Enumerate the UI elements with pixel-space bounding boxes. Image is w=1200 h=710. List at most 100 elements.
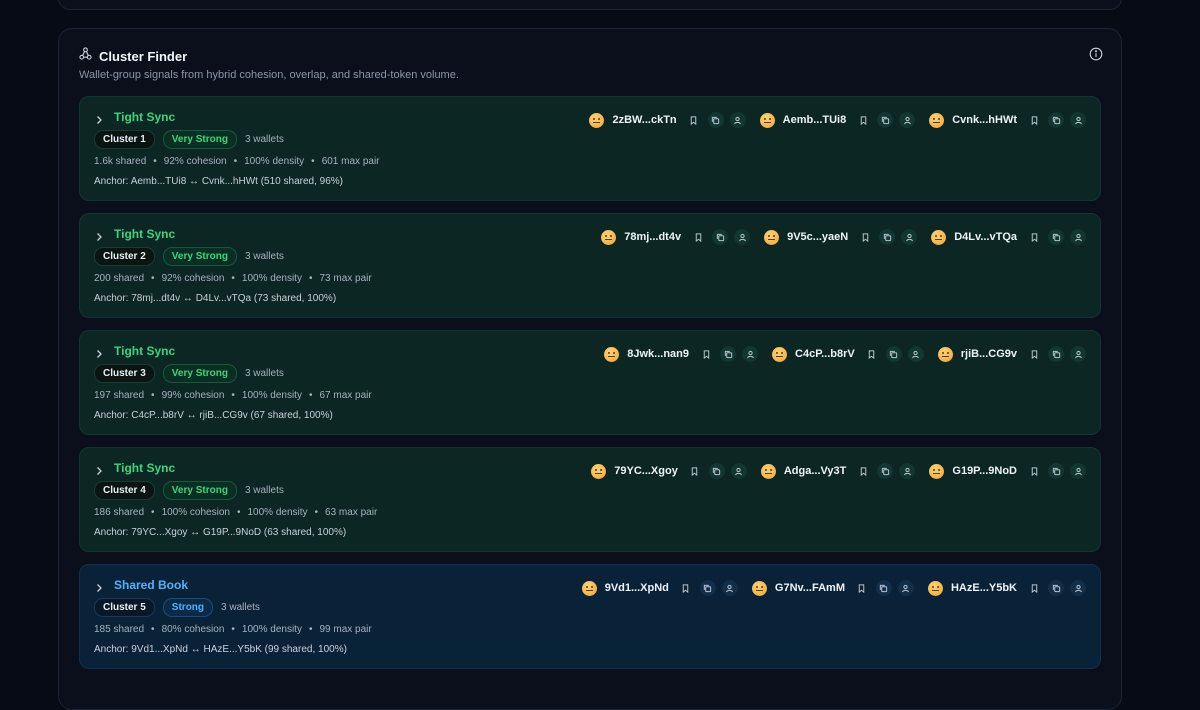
- wallet-address[interactable]: 9Vd1...XpNd: [605, 582, 669, 594]
- wallet-avatar-icon: [937, 346, 953, 362]
- wallet-address[interactable]: Cvnk...hHWt: [952, 114, 1017, 126]
- shared-stat: 185 shared: [94, 624, 145, 635]
- bookmark-icon[interactable]: [1026, 580, 1042, 596]
- user-icon[interactable]: [1070, 346, 1086, 362]
- user-icon[interactable]: [907, 346, 924, 362]
- bookmark-icon[interactable]: [690, 229, 706, 245]
- bookmark-icon[interactable]: [678, 580, 694, 596]
- bookmark-icon[interactable]: [1026, 346, 1042, 362]
- wallet-avatar-icon: [601, 229, 617, 245]
- chevron-right-icon[interactable]: [94, 229, 104, 241]
- cluster-stats: 1.6k shared • 92% cohesion • 100% densit…: [94, 156, 380, 167]
- copy-icon[interactable]: [1048, 346, 1064, 362]
- copy-icon[interactable]: [885, 346, 902, 362]
- copy-icon[interactable]: [708, 463, 725, 479]
- copy-icon[interactable]: [707, 112, 724, 128]
- wallet-address[interactable]: 79YC...Xgoy: [614, 465, 678, 477]
- chevron-right-icon[interactable]: [94, 346, 104, 358]
- wallet-chip: C4cP...b8rV: [772, 346, 924, 362]
- wallet-address[interactable]: Adga...Vy3T: [784, 465, 847, 477]
- strength-badge: Very Strong: [162, 481, 237, 500]
- copy-icon[interactable]: [877, 112, 894, 128]
- density-stat: 100% density: [241, 273, 302, 284]
- cluster-badge: Cluster 3: [94, 364, 155, 383]
- wallet-address[interactable]: 9V5c...yaeN: [787, 231, 848, 243]
- strength-badge: Very Strong: [162, 247, 237, 266]
- strength-badge: Very Strong: [162, 364, 237, 383]
- max-pair-stat: 67 max pair: [319, 390, 372, 401]
- cluster-stats: 197 shared • 99% cohesion • 100% density…: [94, 390, 372, 401]
- wallet-address[interactable]: Aemb...TUi8: [783, 114, 847, 126]
- wallet-count: 3 wallets: [244, 485, 284, 496]
- user-icon[interactable]: [899, 112, 916, 128]
- user-icon[interactable]: [1070, 112, 1086, 128]
- shared-stat: 197 shared: [94, 390, 145, 401]
- user-icon[interactable]: [899, 463, 916, 479]
- copy-icon[interactable]: [875, 580, 892, 596]
- wallet-address[interactable]: C4cP...b8rV: [795, 348, 855, 360]
- user-icon[interactable]: [1070, 229, 1086, 245]
- bookmark-icon[interactable]: [687, 463, 703, 479]
- copy-icon[interactable]: [877, 463, 894, 479]
- user-icon[interactable]: [721, 580, 738, 596]
- copy-icon[interactable]: [720, 346, 737, 362]
- density-stat: 100% density: [244, 156, 305, 167]
- user-icon[interactable]: [1070, 463, 1086, 479]
- cluster-card-1[interactable]: Tight Sync Cluster 1 Very Strong 3 walle…: [79, 96, 1101, 201]
- bookmark-icon[interactable]: [855, 112, 871, 128]
- copy-icon[interactable]: [1048, 463, 1064, 479]
- bookmark-icon[interactable]: [857, 229, 873, 245]
- cluster-card-3[interactable]: Tight Sync Cluster 3 Very Strong 3 walle…: [79, 330, 1101, 435]
- anchor-text: Anchor: 9Vd1...XpNd ↔ HAzE...Y5bK (99 sh…: [94, 644, 347, 655]
- chevron-right-icon[interactable]: [94, 463, 104, 475]
- wallet-address[interactable]: 78mj...dt4v: [624, 231, 681, 243]
- wallet-chip: Adga...Vy3T: [760, 463, 916, 479]
- copy-icon[interactable]: [699, 580, 716, 596]
- anchor-text: Anchor: 78mj...dt4v ↔ D4Lv...vTQa (73 sh…: [94, 293, 337, 304]
- wallet-address[interactable]: D4Lv...vTQa: [954, 231, 1017, 243]
- copy-icon[interactable]: [712, 229, 729, 245]
- wallet-address[interactable]: 8Jwk...nan9: [627, 348, 689, 360]
- wallet-list: 78mj...dt4v 9V5c...yaeN D4Lv...vTQa: [601, 229, 1086, 245]
- cluster-type: Tight Sync: [114, 344, 176, 358]
- bookmark-icon[interactable]: [864, 346, 880, 362]
- bookmark-icon[interactable]: [698, 346, 714, 362]
- cluster-card-4[interactable]: Tight Sync Cluster 4 Very Strong 3 walle…: [79, 447, 1101, 552]
- user-icon[interactable]: [901, 229, 918, 245]
- user-icon[interactable]: [734, 229, 751, 245]
- bookmark-icon[interactable]: [855, 463, 871, 479]
- user-icon[interactable]: [730, 463, 747, 479]
- cluster-card-5[interactable]: Shared Book Cluster 5 Strong 3 wallets 1…: [79, 564, 1101, 669]
- bookmark-icon[interactable]: [1026, 463, 1042, 479]
- wallet-address[interactable]: G19P...9NoD: [952, 465, 1017, 477]
- chevron-right-icon[interactable]: [94, 112, 104, 124]
- wallet-address[interactable]: HAzE...Y5bK: [951, 582, 1017, 594]
- copy-icon[interactable]: [1048, 112, 1064, 128]
- copy-icon[interactable]: [1048, 580, 1064, 596]
- max-pair-stat: 99 max pair: [319, 624, 372, 635]
- wallet-chip: rjiB...CG9v: [937, 346, 1086, 362]
- cluster-finder-panel: Cluster Finder Wallet-group signals from…: [58, 28, 1122, 710]
- info-icon[interactable]: [1089, 47, 1103, 61]
- cluster-badge: Cluster 2: [94, 247, 155, 266]
- copy-icon[interactable]: [1048, 229, 1064, 245]
- wallet-chip: G19P...9NoD: [929, 463, 1086, 479]
- user-icon[interactable]: [897, 580, 914, 596]
- user-icon[interactable]: [1070, 580, 1086, 596]
- bookmark-icon[interactable]: [1026, 112, 1042, 128]
- bookmark-icon[interactable]: [686, 112, 702, 128]
- cluster-stats: 186 shared • 100% cohesion • 100% densit…: [94, 507, 378, 518]
- cluster-card-2[interactable]: Tight Sync Cluster 2 Very Strong 3 walle…: [79, 213, 1101, 318]
- cohesion-stat: 100% cohesion: [161, 507, 230, 518]
- wallet-address[interactable]: G7Nv...FAmM: [775, 582, 845, 594]
- user-icon[interactable]: [729, 112, 746, 128]
- copy-icon[interactable]: [879, 229, 896, 245]
- bookmark-icon[interactable]: [854, 580, 870, 596]
- wallet-chip: D4Lv...vTQa: [931, 229, 1086, 245]
- chevron-right-icon[interactable]: [94, 580, 104, 592]
- wallet-address[interactable]: rjiB...CG9v: [961, 348, 1017, 360]
- wallet-address[interactable]: 2zBW...ckTn: [612, 114, 676, 126]
- cohesion-stat: 92% cohesion: [163, 156, 227, 167]
- user-icon[interactable]: [742, 346, 759, 362]
- bookmark-icon[interactable]: [1026, 229, 1042, 245]
